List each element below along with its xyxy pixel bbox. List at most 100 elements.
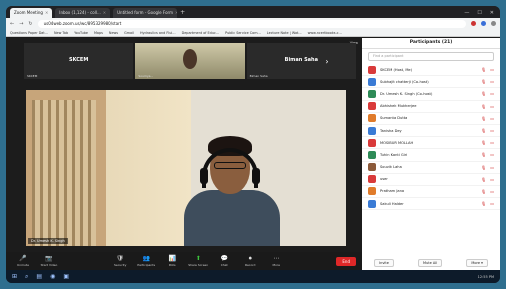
extension-icon[interactable] bbox=[471, 21, 476, 26]
tab-label: Untitled form - Google Form bbox=[117, 10, 173, 15]
close-icon[interactable]: ✕ bbox=[45, 8, 48, 18]
more-button[interactable]: ⋯ More bbox=[265, 255, 287, 267]
camera-off-icon[interactable]: ▭ bbox=[490, 140, 494, 145]
button-label: Record bbox=[245, 263, 256, 267]
button-label: Participants bbox=[137, 263, 156, 267]
maximize-icon[interactable]: ☐ bbox=[477, 8, 481, 18]
next-page-icon[interactable]: › bbox=[319, 43, 335, 79]
participant-row[interactable]: Tanisha Dey 🎙 ▭ bbox=[362, 125, 500, 138]
participant-row[interactable]: MOSIBUR MOLLAH 🎙 ▭ bbox=[362, 137, 500, 150]
participant-search-input[interactable]: Find a participant bbox=[368, 52, 494, 61]
camera-off-icon[interactable]: ▭ bbox=[490, 152, 494, 157]
more-options-button[interactable]: More ▾ bbox=[466, 259, 488, 267]
tab-inbox[interactable]: Inbox (1,124) - coll... ✕ bbox=[55, 8, 111, 18]
security-button[interactable]: 🛡 Security bbox=[109, 255, 131, 267]
bookmark[interactable]: News bbox=[109, 29, 118, 36]
back-icon[interactable]: ← bbox=[10, 21, 14, 27]
file-explorer-icon[interactable]: ▤ bbox=[36, 273, 42, 280]
bookmark[interactable]: Gmail bbox=[124, 29, 134, 36]
new-tab-icon[interactable]: + bbox=[180, 8, 185, 18]
close-icon[interactable]: ✕ bbox=[103, 8, 106, 18]
extension-icon[interactable] bbox=[481, 21, 486, 26]
video-tile[interactable]: SKCEM SKCEM bbox=[24, 43, 134, 79]
microphone-muted-icon[interactable]: 🎙 bbox=[481, 152, 486, 157]
camera-off-icon[interactable]: ▭ bbox=[490, 79, 494, 84]
video-tile[interactable]: Biman Saha Biman Saha bbox=[246, 43, 356, 79]
profile-icon[interactable] bbox=[491, 21, 496, 26]
participant-list: SKCEM (Host, Me) 🎙 ▭ Subhajit chatterji (Co… bbox=[362, 64, 500, 211]
participant-row[interactable]: Sumanta Dutta 🎙 ▭ bbox=[362, 113, 500, 125]
search-icon[interactable]: ⌕ bbox=[25, 273, 28, 281]
button-label: Share Screen bbox=[188, 263, 209, 267]
bookmark[interactable]: Maps bbox=[94, 29, 103, 36]
participant-row[interactable]: Tuhin Kanti Giri 🎙 ▭ bbox=[362, 149, 500, 162]
close-window-icon[interactable]: ✕ bbox=[490, 8, 494, 18]
browser-icon[interactable]: ◉ bbox=[50, 273, 55, 280]
camera-off-icon[interactable]: ▭ bbox=[490, 67, 494, 72]
bookmark[interactable]: Public Service Com... bbox=[225, 29, 261, 36]
camera-off-icon[interactable]: ▭ bbox=[490, 116, 494, 121]
bookmark[interactable]: Questions Paper Dat... bbox=[10, 29, 48, 36]
tile-tag: Soumya... bbox=[138, 74, 154, 78]
polls-button[interactable]: 📊 Polls bbox=[161, 255, 183, 267]
url-input[interactable]: us04web.zoom.us/wc/895329980/start bbox=[37, 19, 466, 28]
participant-row[interactable]: Subhajit chatterji (Co-host) 🎙 ▭ bbox=[362, 76, 500, 89]
microphone-muted-icon[interactable]: 🎙 bbox=[481, 140, 486, 145]
microphone-muted-icon[interactable]: 🎙 bbox=[481, 128, 486, 133]
shield-icon: 🛡 bbox=[116, 255, 125, 262]
end-meeting-button[interactable]: End bbox=[336, 256, 357, 266]
reload-icon[interactable]: ↻ bbox=[28, 21, 32, 27]
camera-off-icon[interactable]: ▭ bbox=[490, 177, 494, 182]
camera-off-icon[interactable]: ▭ bbox=[490, 91, 494, 96]
bookmark[interactable]: www.ncertbooks.c... bbox=[308, 29, 342, 36]
camera-off-icon[interactable]: ▭ bbox=[490, 189, 494, 194]
participant-row[interactable]: Dr. Umesh K. Singh (Co-host) 🎙 ▭ bbox=[362, 88, 500, 101]
camera-off-icon[interactable]: ▭ bbox=[490, 104, 494, 109]
participant-name: Souvik Laha bbox=[380, 165, 402, 170]
share-screen-button[interactable]: ⬆ Share Screen bbox=[187, 255, 209, 267]
participant-row[interactable]: Pratham Jana 🎙 ▭ bbox=[362, 186, 500, 199]
start-icon[interactable]: ⊞ bbox=[12, 273, 17, 280]
camera-off-icon[interactable]: ▭ bbox=[490, 165, 494, 170]
participant-row[interactable]: user 🎙 ▭ bbox=[362, 174, 500, 186]
unmute-button[interactable]: 🎤 Unmute bbox=[12, 255, 34, 267]
invite-button[interactable]: Invite bbox=[374, 259, 394, 267]
microphone-muted-icon[interactable]: 🎙 bbox=[481, 67, 486, 72]
participants-button[interactable]: 👥 Participants bbox=[135, 255, 157, 267]
microphone-muted-icon[interactable]: 🎙 bbox=[481, 177, 486, 182]
bookmark[interactable]: New Tab bbox=[54, 29, 68, 36]
participant-row[interactable]: Sakuli Halder 🎙 ▭ bbox=[362, 198, 500, 211]
microphone-muted-icon[interactable]: 🎙 bbox=[481, 91, 486, 96]
microphone-muted-icon[interactable]: 🎙 bbox=[481, 116, 486, 121]
avatar bbox=[368, 163, 376, 172]
microphone-muted-icon[interactable]: 🎙 bbox=[481, 104, 486, 109]
chat-button[interactable]: 💬 Chat bbox=[213, 255, 235, 267]
bookmark[interactable]: Lecture Note | Wat... bbox=[267, 29, 302, 36]
microphone-muted-icon[interactable]: 🎙 bbox=[481, 189, 486, 194]
camera-off-icon[interactable]: ▭ bbox=[490, 128, 494, 133]
camera-off-icon[interactable]: ▭ bbox=[490, 201, 494, 206]
zoom-app-icon[interactable]: ▣ bbox=[63, 273, 69, 280]
button-label: Unmute bbox=[17, 263, 29, 267]
microphone-muted-icon[interactable]: 🎙 bbox=[481, 165, 486, 170]
microphone-muted-icon[interactable]: 🎙 bbox=[481, 201, 486, 206]
start-video-button[interactable]: 📷 Start Video bbox=[38, 255, 60, 267]
forward-icon[interactable]: → bbox=[19, 21, 23, 27]
bookmark[interactable]: Hydraulics and Flui... bbox=[140, 29, 176, 36]
minimize-icon[interactable]: — bbox=[464, 8, 469, 18]
participant-row[interactable]: Abhishek Mukherjee 🎙 ▭ bbox=[362, 101, 500, 113]
close-icon[interactable]: ✕ bbox=[175, 8, 177, 18]
bookmark[interactable]: Department of Educ... bbox=[182, 29, 219, 36]
bookmark[interactable]: YouTube bbox=[74, 29, 88, 36]
participant-row[interactable]: SKCEM (Host, Me) 🎙 ▭ bbox=[362, 64, 500, 77]
tab-zoom[interactable]: Zoom Meeting ✕ bbox=[10, 8, 53, 18]
participant-row[interactable]: Souvik Laha 🎙 ▭ bbox=[362, 162, 500, 174]
video-tile[interactable]: Soumya... bbox=[135, 43, 245, 79]
mute-all-button[interactable]: Mute All bbox=[418, 259, 443, 267]
tab-form[interactable]: Untitled form - Google Form ✕ bbox=[113, 8, 178, 18]
microphone-muted-icon[interactable]: 🎙 bbox=[481, 79, 486, 84]
camera-icon: 📷 bbox=[45, 255, 53, 262]
speaker-person bbox=[174, 136, 282, 246]
avatar bbox=[368, 102, 376, 111]
record-button[interactable]: ⏺ Record bbox=[239, 255, 261, 267]
